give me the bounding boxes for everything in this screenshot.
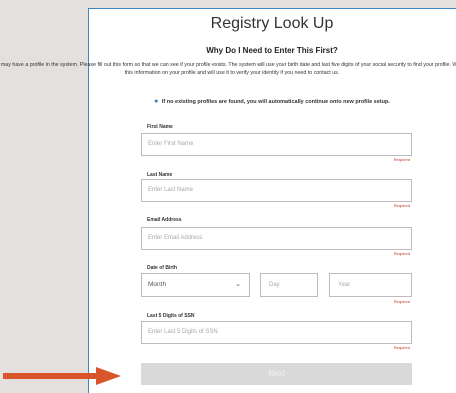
chevron-down-icon: ⌄ — [235, 281, 241, 288]
last-name-required: Required — [393, 203, 410, 208]
page-title: Registry Look Up — [210, 15, 334, 32]
day-input[interactable]: Day — [260, 273, 318, 297]
info-circle-icon: ● — [154, 98, 159, 105]
background-strip — [0, 0, 88, 385]
email-label: Email Address — [147, 217, 182, 223]
first-name-required: Required — [393, 157, 410, 162]
year-input[interactable]: Year — [329, 273, 412, 297]
email-required: Required — [393, 251, 410, 256]
dob-required: Required — [393, 299, 410, 304]
last-name-input[interactable]: Enter Last Name — [141, 179, 412, 202]
first-name-input[interactable]: Enter First Name — [141, 133, 412, 156]
month-select-value: Month — [148, 281, 167, 288]
section-subtitle: Why Do I Need to Enter This First? — [206, 46, 338, 55]
info-note-text: If no existing profiles are found, you w… — [161, 99, 390, 105]
dob-label: Date of Birth — [147, 265, 177, 271]
month-select[interactable]: Month ⌄ — [141, 273, 250, 297]
first-name-label: First Name — [147, 124, 173, 130]
next-button[interactable]: Next — [141, 363, 412, 385]
arrow-right-icon — [3, 367, 121, 385]
ssn-label: Last 5 Digits of SSN — [147, 313, 195, 319]
ssn-required: Required — [393, 345, 410, 350]
intro-text: You may have a profile in the system. Pl… — [0, 62, 456, 76]
last-name-label: Last Name — [147, 172, 173, 178]
ssn-input[interactable]: Enter Last 5 Digits of SSN — [141, 321, 412, 344]
email-input[interactable]: Enter Email Address — [141, 227, 412, 250]
info-note: ● If no existing profiles are found, you… — [88, 98, 456, 105]
